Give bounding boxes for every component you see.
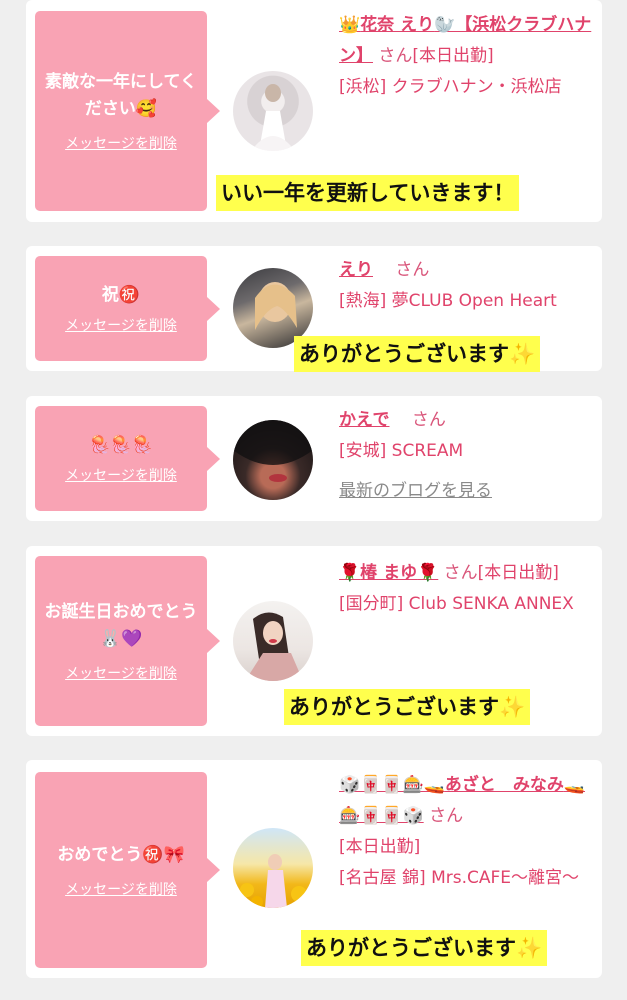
work-status: [本日出勤] (339, 837, 421, 857)
cast-name-link[interactable]: 🌹椿 まゆ🌹 (339, 563, 438, 583)
honorific: さん (429, 806, 464, 826)
shop-location: [安城] SCREAM (339, 441, 464, 461)
cast-info: えり さん [熱海] 夢CLUB Open Heart (339, 255, 593, 317)
message-card: 祝㊗️ メッセージを削除 えり さん [熱海] 夢CLUB Open Heart… (26, 246, 602, 372)
cast-info: 🌹椿 まゆ🌹 さん[本日出勤] [国分町] Club SENKA ANNEX (339, 558, 593, 620)
reply-text: ありがとうございます✨ (284, 689, 531, 725)
avatar-image (233, 420, 313, 482)
cast-name-link[interactable]: えり (339, 260, 373, 280)
latest-blog-link[interactable]: 最新のブログを見る (339, 481, 492, 501)
honorific: さん (378, 46, 413, 66)
message-card: 🪼🪼🪼 メッセージを削除 かえで さん [安城] SCREAM 最新のブログを見… (26, 396, 602, 521)
honorific: さん (411, 410, 446, 430)
message-card: お誕生日おめでとう🐰💜 メッセージを削除 🌹椿 まゆ🌹 さん[本日出勤] [国分… (26, 546, 602, 736)
shop-location: [名古屋 錦] Mrs.CAFE〜離宮〜 (339, 868, 580, 888)
message-card: おめでとう㊗️🎀 メッセージを削除 🎲🀄🀄🎰🚤あざと みなみ🚤🎰🀄🀄🎲 さん [… (26, 760, 602, 978)
message-bubble: 祝㊗️ メッセージを削除 (35, 256, 220, 361)
cast-info: かえで さん [安城] SCREAM 最新のブログを見る (339, 405, 593, 501)
delete-message-link[interactable]: メッセージを削除 (65, 315, 177, 335)
cast-info: 🎲🀄🀄🎰🚤あざと みなみ🚤🎰🀄🀄🎲 さん [本日出勤] [名古屋 錦] Mrs.… (339, 770, 593, 894)
message-bubble: 🪼🪼🪼 メッセージを削除 (35, 406, 220, 511)
shop-location: [熱海] 夢CLUB Open Heart (339, 291, 557, 311)
message-card: 素敵な一年にしてください🥰 メッセージを削除 👑花奈 えり🦭【浜松クラブハナン】… (26, 0, 602, 222)
delete-message-link[interactable]: メッセージを削除 (65, 879, 177, 899)
message-text: 🪼🪼🪼 (89, 435, 153, 455)
message-bubble: 素敵な一年にしてください🥰 メッセージを削除 (35, 11, 220, 211)
reply-text: いい一年を更新していきます！ (216, 175, 520, 211)
avatar[interactable] (233, 420, 313, 500)
shop-location: [浜松] クラブハナン・浜松店 (339, 77, 562, 97)
avatar[interactable] (233, 71, 313, 151)
work-status: [本日出勤] (477, 563, 559, 583)
message-text: お誕生日おめでとう🐰💜 (44, 602, 198, 649)
delete-message-link[interactable]: メッセージを削除 (65, 465, 177, 485)
work-status: [本日出勤] (412, 46, 494, 66)
delete-message-link[interactable]: メッセージを削除 (65, 133, 177, 153)
shop-location: [国分町] Club SENKA ANNEX (339, 594, 574, 614)
reply-text: ありがとうございます✨ (294, 336, 541, 372)
message-text: 素敵な一年にしてください🥰 (45, 72, 197, 119)
reply-text: ありがとうございます✨ (301, 930, 548, 966)
cast-name-link[interactable]: かえで (339, 410, 390, 430)
honorific: さん (443, 563, 478, 583)
avatar-image (245, 612, 303, 681)
avatar-image (240, 854, 307, 908)
avatar[interactable] (233, 601, 313, 681)
delete-message-link[interactable]: メッセージを削除 (65, 663, 177, 683)
message-bubble: お誕生日おめでとう🐰💜 メッセージを削除 (35, 556, 220, 726)
avatar-image (251, 84, 295, 151)
honorific: さん (395, 260, 430, 280)
message-text: おめでとう㊗️🎀 (57, 844, 185, 865)
avatar[interactable] (233, 828, 313, 908)
cast-info: 👑花奈 えり🦭【浜松クラブハナン】 さん[本日出勤] [浜松] クラブハナン・浜… (339, 10, 593, 103)
message-text: 祝㊗️ (101, 285, 141, 305)
message-bubble: おめでとう㊗️🎀 メッセージを削除 (35, 772, 220, 968)
